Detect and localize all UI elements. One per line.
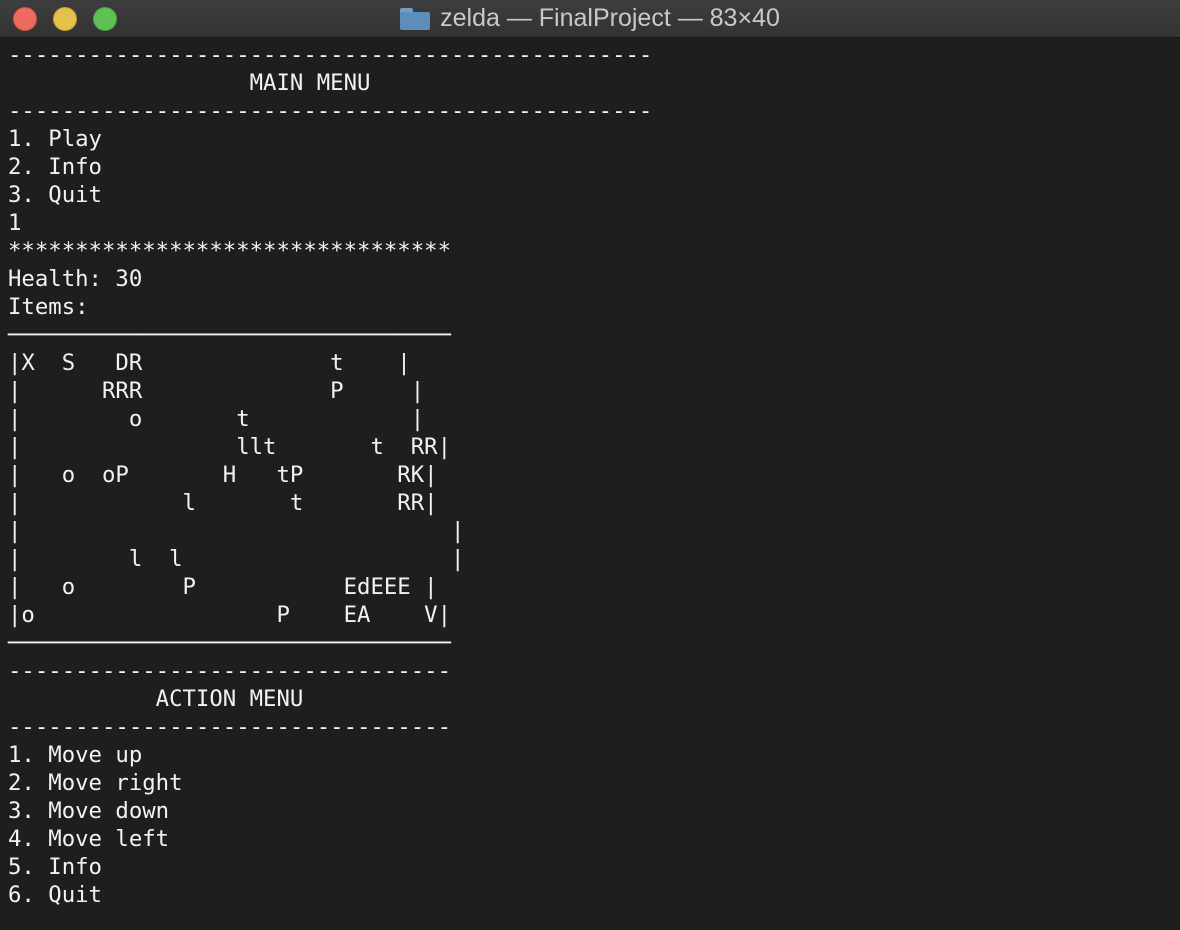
folder-icon: [400, 7, 431, 30]
health-status: Health: 30: [8, 266, 143, 292]
action-option-quit: 6. Quit: [8, 882, 102, 908]
map-row: | l t RR|: [8, 490, 438, 516]
stars-divider: *********************************: [8, 238, 451, 264]
main-menu-option-play: 1. Play: [8, 126, 102, 152]
title-bar[interactable]: zelda — FinalProject — 83×40: [0, 0, 1180, 38]
main-menu-option-quit: 3. Quit: [8, 182, 102, 208]
main-menu-title: MAIN MENU: [8, 70, 371, 96]
main-menu-rule-bottom: ----------------------------------------…: [8, 98, 653, 124]
action-option-move-down: 3. Move down: [8, 798, 170, 824]
map-row: | o P EdEEE |: [8, 574, 438, 600]
map-row: | llt t RR|: [8, 434, 451, 460]
window-title-text: zelda — FinalProject — 83×40: [440, 4, 780, 32]
map-row: | RRR P |: [8, 378, 425, 404]
terminal-window: zelda — FinalProject — 83×40 -----------…: [0, 0, 1180, 930]
action-menu-rule-top: ---------------------------------: [8, 658, 451, 684]
action-option-info: 5. Info: [8, 854, 102, 880]
map-row: | l l |: [8, 546, 465, 572]
main-menu-rule-top: ----------------------------------------…: [8, 42, 653, 68]
window-title: zelda — FinalProject — 83×40: [0, 0, 1180, 37]
map-row: | o oP H tP RK|: [8, 462, 438, 488]
map-row: |X S DR t |: [8, 350, 411, 376]
map-row: | o t |: [8, 406, 425, 432]
user-input-line: 1: [8, 210, 22, 236]
action-option-move-left: 4. Move left: [8, 826, 170, 852]
action-option-move-right: 2. Move right: [8, 770, 183, 796]
items-status: Items:: [8, 294, 89, 320]
action-option-move-up: 1. Move up: [8, 742, 143, 768]
map-row: | |: [8, 518, 465, 544]
terminal-output[interactable]: --------------------------------- -------…: [8, 41, 1180, 930]
map-row: |o P EA V|: [8, 602, 451, 628]
map-border-bottom: ─────────────────────────────────: [8, 630, 451, 656]
map-border-top: ─────────────────────────────────: [8, 322, 451, 348]
action-menu-rule-bottom: ---------------------------------: [8, 714, 451, 740]
action-menu-title: ACTION MENU: [8, 686, 304, 712]
main-menu-option-info: 2. Info: [8, 154, 102, 180]
